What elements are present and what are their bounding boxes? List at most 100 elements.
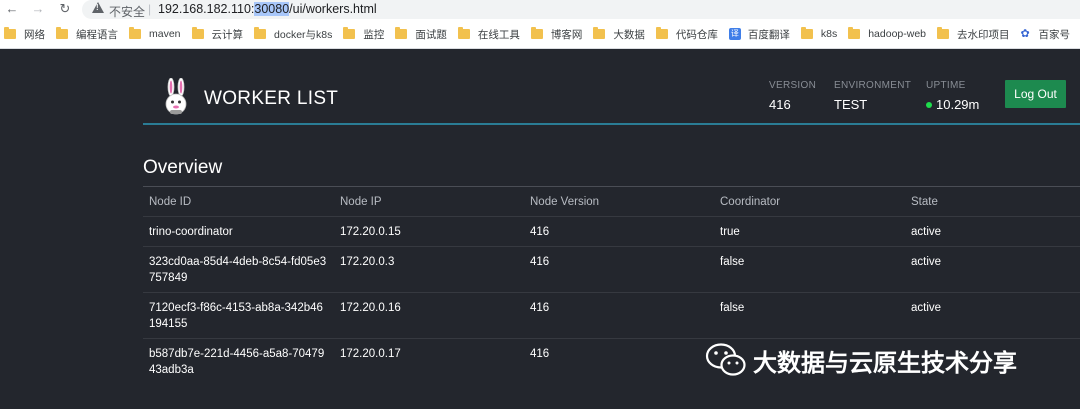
bookmark-item[interactable]: k8s: [800, 27, 838, 40]
node-ip-cell: 172.20.0.17: [340, 348, 401, 360]
bookmark-label: k8s: [820, 28, 838, 40]
folder-icon: [593, 27, 606, 39]
paw-icon: ✿: [1020, 28, 1030, 40]
bookmark-label: docker与k8s: [274, 28, 333, 41]
bookmark-label: 监控: [363, 28, 385, 41]
bookmark-label: maven: [149, 28, 181, 40]
bookmark-item[interactable]: maven: [129, 27, 181, 40]
folder-icon: [254, 27, 267, 39]
bookmark-label: 网络: [24, 28, 45, 41]
header-divider: [143, 123, 1080, 125]
bookmark-label: 百度翻译: [747, 28, 790, 41]
node-id-link[interactable]: 323cd0aa-85d4-4deb-8c54-fd05e3757849: [143, 254, 334, 292]
state-cell: active: [911, 256, 942, 268]
url-text[interactable]: 192.168.182.110:30080/ui/workers.html: [158, 2, 377, 16]
url-host: 192.168.182.110:: [158, 2, 255, 16]
insecure-label: 不安全: [109, 5, 146, 19]
bookmark-item[interactable]: 监控: [343, 27, 384, 42]
bookmark-item[interactable]: 大数据: [593, 27, 645, 42]
column-header-node-version[interactable]: Node Version: [524, 194, 714, 210]
bookmark-label: 大数据: [613, 28, 645, 41]
version-value: 416: [769, 97, 791, 112]
version-stat: VERSION 416: [769, 80, 816, 112]
bookmark-item[interactable]: hadoop-web: [848, 27, 927, 40]
watermark-text: 大数据与云原生技术分享: [753, 348, 1017, 377]
folder-icon: [129, 27, 141, 39]
coordinator-cell: false: [720, 256, 745, 268]
node-version-cell: 416: [530, 302, 550, 314]
folder-icon: [937, 27, 950, 39]
column-header-node-id[interactable]: Node ID: [143, 194, 334, 210]
forward-arrow-icon[interactable]: →: [30, 1, 46, 17]
status-dot-icon: [926, 101, 932, 108]
browser-address-bar: ← → ↻ 不安全 | 192.168.182.110:30080/ui/wor…: [0, 0, 1080, 20]
bookmark-label: 面试题: [415, 28, 447, 41]
url-path: /ui/workers.html: [289, 2, 377, 16]
coordinator-cell: true: [720, 226, 740, 238]
page-title: WORKER LIST: [204, 88, 339, 109]
watermark: 大数据与云原生技术分享: [705, 342, 1017, 378]
bookmark-item[interactable]: 译百度翻译: [728, 27, 790, 42]
folder-icon: [191, 27, 204, 39]
back-arrow-icon[interactable]: ←: [4, 1, 20, 17]
node-ip-cell: 172.20.0.16: [340, 302, 401, 314]
node-id-link[interactable]: b587db7e-221d-4456-a5a8-7047943adb3a: [143, 346, 334, 385]
folder-icon: [4, 27, 16, 39]
folder-icon: [800, 27, 813, 39]
table-row: trino-coordinator 172.20.0.15 416 true a…: [143, 217, 1080, 247]
node-id-link[interactable]: 7120ecf3-f86c-4153-ab8a-342b46194155: [143, 300, 334, 338]
bookmark-item[interactable]: 编程语言: [56, 27, 118, 42]
bookmark-item[interactable]: ✿ 百家号: [1021, 27, 1071, 42]
column-header-coordinator[interactable]: Coordinator: [714, 194, 905, 210]
node-id-link[interactable]: trino-coordinator: [143, 224, 334, 246]
folder-icon: [655, 27, 668, 39]
node-ip-cell: 172.20.0.3: [340, 256, 395, 268]
bookmark-label: 代码仓库: [675, 28, 718, 41]
warning-icon: [92, 2, 104, 13]
bookmark-item[interactable]: 网络: [4, 27, 45, 42]
bookmark-label: 云计算: [211, 28, 244, 41]
bookmark-label: 编程语言: [76, 28, 118, 41]
uptime-value-wrap: 10.29m: [926, 97, 979, 112]
environment-value: TEST: [834, 97, 868, 112]
bookmark-label: 博客网: [550, 28, 583, 41]
url-port: 30080: [254, 2, 290, 16]
folder-icon: [343, 27, 356, 39]
environment-stat: ENVIRONMENT TEST: [834, 80, 911, 112]
column-header-node-ip[interactable]: Node IP: [334, 194, 524, 210]
node-version-cell: 416: [530, 226, 550, 238]
bookmark-label: 百家号: [1038, 28, 1071, 41]
node-version-cell: 416: [530, 348, 550, 360]
bookmark-item[interactable]: 去水印项目: [937, 27, 1010, 42]
translate-icon: 译: [728, 28, 741, 40]
version-label: VERSION: [769, 80, 817, 91]
bookmark-label: hadoop-web: [868, 28, 927, 40]
bookmark-item[interactable]: 代码仓库: [655, 27, 718, 42]
bookmark-item[interactable]: 博客网: [530, 27, 583, 42]
bookmark-item[interactable]: docker与k8s: [254, 27, 332, 42]
environment-label: ENVIRONMENT: [834, 80, 912, 91]
column-header-state[interactable]: State: [905, 194, 1080, 210]
node-ip-cell: 172.20.0.15: [340, 226, 401, 238]
url-field[interactable]: 不安全 | 192.168.182.110:30080/ui/workers.h…: [82, 0, 1080, 19]
folder-icon: [56, 27, 68, 39]
bookmark-label: 去水印项目: [957, 28, 1010, 41]
bookmark-item[interactable]: 面试题: [395, 27, 447, 42]
bookmarks-bar: 网络 编程语言 maven 云计算 docker与k8s 监控 面试题 在线工具…: [0, 20, 1080, 49]
bookmark-label: 在线工具: [477, 28, 520, 41]
folder-icon: [530, 27, 543, 39]
bookmark-item[interactable]: 在线工具: [457, 27, 520, 42]
reload-icon[interactable]: ↻: [57, 1, 73, 17]
url-separator: |: [148, 2, 152, 16]
node-version-cell: 416: [530, 256, 550, 268]
overview-title: Overview: [143, 157, 223, 178]
bookmark-item[interactable]: 云计算: [191, 27, 244, 42]
folder-icon: [848, 27, 861, 39]
table-header-row: Node ID Node IP Node Version Coordinator…: [143, 187, 1080, 217]
state-cell: active: [911, 302, 942, 314]
state-cell: active: [911, 226, 942, 238]
wechat-icon: [705, 343, 746, 376]
table-row: 323cd0aa-85d4-4deb-8c54-fd05e3757849 172…: [143, 247, 1080, 293]
logout-button[interactable]: Log Out: [1005, 80, 1066, 108]
uptime-label: UPTIME: [926, 80, 966, 91]
